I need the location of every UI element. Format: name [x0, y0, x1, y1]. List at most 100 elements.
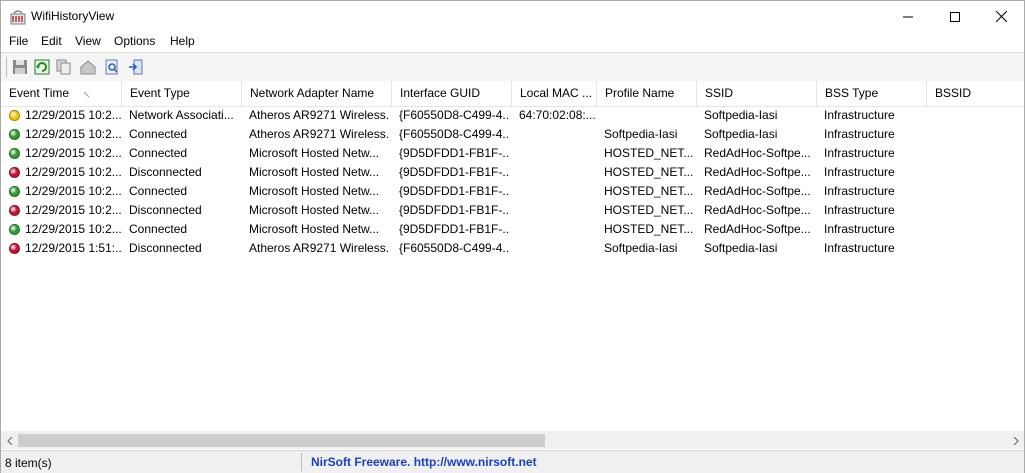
table-row[interactable]: 12/29/2015 10:2... Connected Microsoft Hos…: [1, 144, 1024, 163]
table-row[interactable]: 12/29/2015 1:51:... Disconnected Atheros A…: [1, 239, 1024, 258]
table-row[interactable]: 12/29/2015 10:2... Network Associati... At…: [1, 106, 1024, 125]
column-header-label: BSS Type: [825, 86, 879, 100]
column-header-label: Interface GUID: [400, 86, 481, 100]
minimize-button[interactable]: [885, 1, 931, 32]
cell-ssid: RedAdHoc-Softpe...: [704, 165, 811, 179]
table-row[interactable]: 12/29/2015 10:2... Disconnected Microsoft …: [1, 201, 1024, 220]
title-bar[interactable]: WifiHistoryView: [1, 1, 1024, 32]
table-row[interactable]: 12/29/2015 10:2... Connected Microsoft Hos…: [1, 220, 1024, 239]
nirsoft-link[interactable]: NirSoft Freeware. http://www.nirsoft.net: [311, 455, 537, 469]
column-header-interface-guid[interactable]: Interface GUID: [392, 81, 512, 106]
column-header-network-adapter-name[interactable]: Network Adapter Name: [242, 81, 392, 106]
cell-event-type: Connected: [129, 127, 188, 141]
cell-profile-name: HOSTED_NET...: [604, 146, 694, 160]
menu-options[interactable]: Options: [113, 34, 156, 48]
status-bar: 8 item(s) NirSoft Freeware. http://www.n…: [1, 450, 1024, 473]
exit-icon: [129, 59, 143, 75]
green-status-icon: [9, 129, 20, 140]
cell-profile-name: HOSTED_NET...: [604, 222, 694, 236]
cell-network-adapter-name: Microsoft Hosted Netw...: [249, 222, 380, 236]
cell-bssid: [934, 125, 1024, 144]
column-header-bssid[interactable]: BSSID: [927, 81, 1024, 106]
table-row[interactable]: 12/29/2015 10:2... Connected Microsoft Hos…: [1, 182, 1024, 201]
cell-bssid: [934, 163, 1024, 182]
column-header-profile-name[interactable]: Profile Name: [597, 81, 697, 106]
cell-network-adapter-name: Atheros AR9271 Wireless...: [249, 127, 389, 141]
menu-file[interactable]: File: [8, 34, 29, 48]
cell-interface-guid: {F60550D8-C499-4...: [399, 241, 509, 255]
save-icon: [13, 60, 27, 74]
cell-ssid: Softpedia-Iasi: [704, 108, 778, 122]
cell-event-time: 12/29/2015 10:2...: [25, 146, 121, 160]
close-icon: [995, 11, 1007, 22]
cell-event-type: Disconnected: [129, 241, 202, 255]
red-status-icon: [9, 167, 20, 178]
cell-local-mac: [519, 220, 595, 239]
find-button[interactable]: [103, 58, 121, 76]
cell-ssid: RedAdHoc-Softpe...: [704, 203, 811, 217]
maximize-button[interactable]: [932, 1, 978, 32]
menu-view[interactable]: View: [74, 34, 102, 48]
scrollbar-thumb[interactable]: [18, 434, 545, 447]
menu-help[interactable]: Help: [169, 34, 196, 48]
column-header-local-mac[interactable]: Local MAC ...: [512, 81, 597, 106]
horizontal-scrollbar[interactable]: [1, 431, 1024, 449]
cell-local-mac: [519, 201, 595, 220]
save-button[interactable]: [11, 58, 29, 76]
scroll-left-button[interactable]: [1, 432, 18, 449]
refresh-button[interactable]: [33, 58, 51, 76]
menu-edit[interactable]: Edit: [40, 34, 63, 48]
table-row[interactable]: 12/29/2015 10:2... Connected Atheros AR927…: [1, 125, 1024, 144]
close-button[interactable]: [978, 1, 1024, 32]
cell-bssid: [934, 220, 1024, 239]
cell-local-mac: [519, 125, 595, 144]
cell-event-type: Connected: [129, 184, 188, 198]
toolbar: [1, 52, 1024, 82]
cell-event-time: 12/29/2015 10:2...: [25, 184, 121, 198]
yellow-status-icon: [9, 110, 20, 121]
green-status-icon: [9, 148, 20, 159]
column-header-event-type[interactable]: Event Type: [122, 81, 242, 106]
status-divider: [301, 453, 302, 471]
history-list[interactable]: Event Time Event Type Network Adapter Na…: [1, 81, 1024, 431]
cell-bss-type: Infrastructure: [824, 127, 895, 141]
red-status-icon: [9, 205, 20, 216]
cell-interface-guid: {9D5DFDD1-FB1F-...: [399, 184, 509, 198]
column-header-label: Local MAC ...: [520, 86, 593, 100]
table-row[interactable]: 12/29/2015 10:2... Disconnected Microsoft …: [1, 163, 1024, 182]
cell-profile-name: HOSTED_NET...: [604, 165, 694, 179]
properties-button[interactable]: [79, 58, 97, 76]
cell-bss-type: Infrastructure: [824, 222, 895, 236]
cell-interface-guid: {9D5DFDD1-FB1F-...: [399, 165, 509, 179]
cell-local-mac: [519, 144, 595, 163]
column-header-row: Event Time Event Type Network Adapter Na…: [1, 81, 1024, 107]
wifi-history-app-icon: [10, 9, 26, 25]
green-status-icon: [9, 186, 20, 197]
exit-button[interactable]: [127, 58, 145, 76]
cell-profile-name: HOSTED_NET...: [604, 203, 694, 217]
column-header-label: Event Time: [9, 86, 70, 100]
column-header-event-time[interactable]: Event Time: [1, 81, 122, 106]
copy-button[interactable]: [55, 58, 73, 76]
column-header-ssid[interactable]: SSID: [697, 81, 817, 106]
red-status-icon: [9, 243, 20, 254]
cell-profile-name: Softpedia-Iasi: [604, 127, 678, 141]
sort-descending-icon: [83, 91, 90, 98]
cell-event-time: 12/29/2015 1:51:...: [25, 241, 121, 255]
column-header-bss-type[interactable]: BSS Type: [817, 81, 927, 106]
cell-network-adapter-name: Microsoft Hosted Netw...: [249, 184, 380, 198]
cell-network-adapter-name: Microsoft Hosted Netw...: [249, 203, 380, 217]
cell-network-adapter-name: Microsoft Hosted Netw...: [249, 146, 380, 160]
item-count: 8 item(s): [5, 456, 52, 470]
cell-local-mac: 64:70:02:08:...: [519, 108, 595, 122]
cell-profile-name: Softpedia-Iasi: [604, 241, 678, 255]
cell-event-type: Connected: [129, 222, 188, 236]
properties-icon: [80, 60, 96, 75]
column-header-label: Event Type: [130, 86, 190, 100]
cell-bssid: [934, 201, 1024, 220]
chevron-left-icon: [6, 436, 12, 445]
cell-interface-guid: {9D5DFDD1-FB1F-...: [399, 146, 509, 160]
cell-local-mac: [519, 163, 595, 182]
scroll-right-button[interactable]: [1007, 432, 1024, 449]
cell-interface-guid: {9D5DFDD1-FB1F-...: [399, 222, 509, 236]
